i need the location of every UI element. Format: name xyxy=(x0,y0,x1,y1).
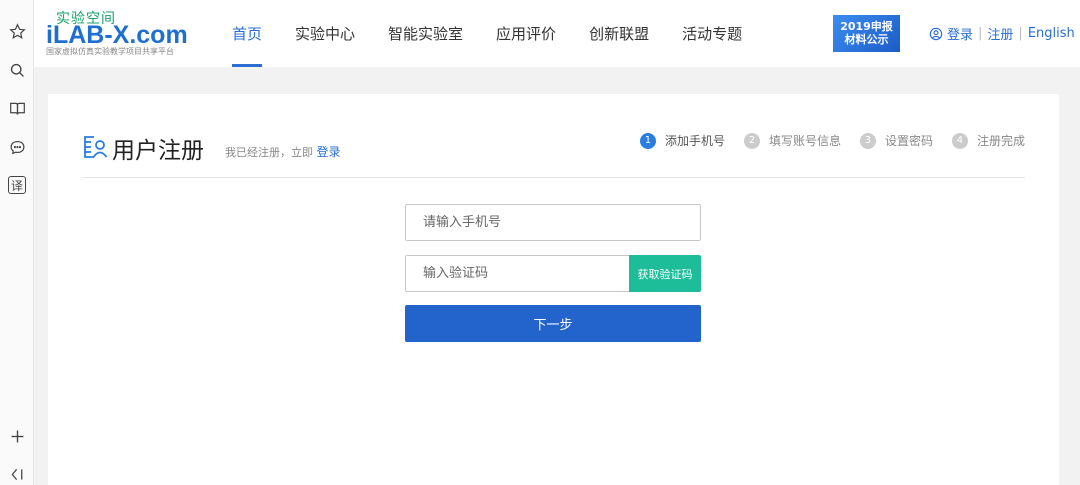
divider xyxy=(82,177,1025,178)
step-number: 2 xyxy=(743,132,760,149)
login-link[interactable]: 登录 xyxy=(947,24,973,43)
login-hint-text: 我已经注册，立即 xyxy=(225,146,313,159)
plus-icon[interactable] xyxy=(7,426,27,446)
login-hint: 我已经注册，立即 登录 xyxy=(225,143,341,160)
user-icon xyxy=(929,27,943,40)
step-2: 2 填写账号信息 xyxy=(743,132,841,149)
browser-sidebar: 译 xyxy=(0,0,34,485)
chat-icon[interactable] xyxy=(7,137,27,157)
star-icon[interactable] xyxy=(7,21,27,41)
badge-line-2: 材料公示 xyxy=(844,33,889,46)
register-link[interactable]: 注册 xyxy=(987,24,1013,43)
step-label: 添加手机号 xyxy=(664,134,725,148)
get-code-button[interactable]: 获取验证码 xyxy=(629,255,701,292)
badge-line-1: 2019申报 xyxy=(840,20,893,33)
verification-code-input[interactable] xyxy=(405,255,630,292)
separator: | xyxy=(978,26,983,41)
progress-steps: 1 添加手机号 2 填写账号信息 3 设置密码 4 注册完成 xyxy=(621,132,1025,149)
register-icon xyxy=(84,136,108,158)
announcement-badge[interactable]: 2019申报 材料公示 xyxy=(833,15,900,52)
separator: | xyxy=(1018,26,1023,41)
nav-item-home[interactable]: 首页 xyxy=(232,0,263,67)
language-link[interactable]: English xyxy=(1028,26,1075,41)
nav-item-events[interactable]: 活动专题 xyxy=(682,0,742,67)
nav-item-smart-lab[interactable]: 智能实验室 xyxy=(388,0,463,67)
step-number: 1 xyxy=(639,132,656,149)
step-label: 填写账号信息 xyxy=(768,134,841,148)
phone-input[interactable] xyxy=(405,204,701,241)
step-label: 设置密码 xyxy=(884,134,933,148)
step-number: 3 xyxy=(859,132,876,149)
book-icon[interactable] xyxy=(7,98,27,118)
nav-item-lab-center[interactable]: 实验中心 xyxy=(295,0,355,67)
nav-item-evaluation[interactable]: 应用评价 xyxy=(496,0,556,67)
step-3: 3 设置密码 xyxy=(859,132,933,149)
search-icon[interactable] xyxy=(7,60,27,80)
step-number: 4 xyxy=(951,132,968,149)
step-label: 注册完成 xyxy=(976,134,1025,148)
nav-item-alliance[interactable]: 创新联盟 xyxy=(589,0,649,67)
logo-subtitle: 国家虚拟仿真实验教学项目共享平台 xyxy=(46,47,174,56)
auth-links: 登录 | 注册 | English xyxy=(929,24,1075,43)
next-step-button[interactable]: 下一步 xyxy=(405,305,701,342)
step-1: 1 添加手机号 xyxy=(639,132,725,149)
page-title: 用户注册 xyxy=(112,138,204,164)
main-nav: 首页 实验中心 智能实验室 应用评价 创新联盟 活动专题 xyxy=(232,0,775,67)
collapse-icon[interactable] xyxy=(7,464,27,484)
site-logo[interactable]: 实验空间 iLAB-X.com 国家虚拟仿真实验教学项目共享平台 xyxy=(46,8,216,60)
step-4: 4 注册完成 xyxy=(951,132,1025,149)
login-hint-link[interactable]: 登录 xyxy=(317,145,341,159)
translate-icon[interactable]: 译 xyxy=(8,176,26,194)
register-card: 用户注册 我已经注册，立即 登录 1 添加手机号 2 填写账号信息 3 设置密码… xyxy=(48,94,1059,485)
site-header: 实验空间 iLAB-X.com 国家虚拟仿真实验教学项目共享平台 首页 实验中心… xyxy=(34,0,1080,67)
